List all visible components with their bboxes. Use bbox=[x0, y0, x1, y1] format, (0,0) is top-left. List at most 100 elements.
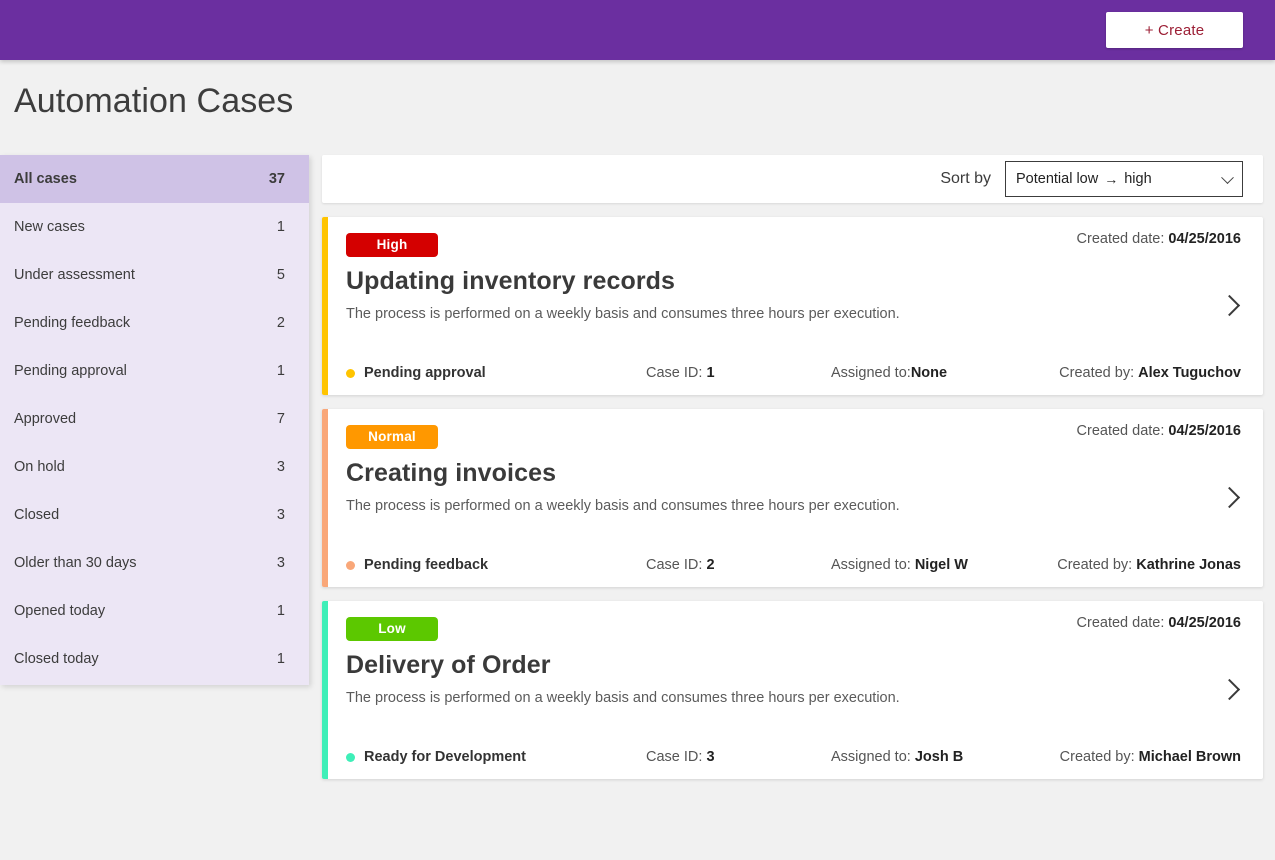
sidebar-item-count: 3 bbox=[276, 507, 285, 523]
created-by-value: Kathrine Jonas bbox=[1136, 557, 1241, 573]
sidebar-item-count: 5 bbox=[276, 267, 285, 283]
sidebar-item-all-cases[interactable]: All cases 37 bbox=[0, 155, 309, 203]
sidebar-item-count: 1 bbox=[276, 651, 285, 667]
page-title: Automation Cases bbox=[14, 82, 294, 120]
assigned-to-value: None bbox=[910, 365, 948, 381]
right-arrow-icon: → bbox=[1104, 171, 1119, 187]
sidebar-filter-list: All cases 37 New cases 1 Under assessment 5 Pe… bbox=[0, 155, 309, 685]
sidebar-item-older-than-30-days[interactable]: Older than 30 days 3 bbox=[0, 539, 309, 587]
created-date-label: Created date: bbox=[1076, 423, 1169, 439]
case-title: Delivery of Order bbox=[346, 651, 551, 679]
sidebar-item-label: On hold bbox=[14, 459, 65, 475]
sidebar-item-count: 37 bbox=[268, 171, 285, 187]
case-id-value: 2 bbox=[706, 557, 715, 573]
created-by-label: Created by: bbox=[1059, 749, 1139, 765]
sidebar-item-pending-feedback[interactable]: Pending feedback 2 bbox=[0, 299, 309, 347]
sidebar-item-label: New cases bbox=[14, 219, 85, 235]
sidebar-item-label: All cases bbox=[14, 171, 77, 187]
created-by-value: Alex Tuguchov bbox=[1138, 365, 1241, 381]
case-id-value: 1 bbox=[706, 365, 715, 381]
created-date-label: Created date: bbox=[1076, 231, 1169, 247]
sidebar-item-closed[interactable]: Closed 3 bbox=[0, 491, 309, 539]
assigned-to: Assigned to:None bbox=[831, 365, 1046, 381]
sidebar-item-on-hold[interactable]: On hold 3 bbox=[0, 443, 309, 491]
priority-accent-bar bbox=[322, 217, 328, 395]
status-badge: Pending feedback bbox=[346, 557, 646, 573]
sidebar-item-label: Approved bbox=[14, 411, 77, 427]
case-card[interactable]: Created date: 04/25/2016 Low Delivery of O… bbox=[322, 601, 1263, 779]
priority-badge: Low bbox=[346, 617, 438, 641]
chevron-down-icon bbox=[1221, 171, 1234, 185]
sidebar-item-count: 3 bbox=[276, 555, 285, 571]
case-card-list: Created date: 04/25/2016 High Updating inv… bbox=[322, 217, 1263, 779]
sidebar-item-under-assessment[interactable]: Under assessment 5 bbox=[0, 251, 309, 299]
sidebar-item-count: 1 bbox=[276, 219, 285, 235]
case-card[interactable]: Created date: 04/25/2016 High Updating inv… bbox=[322, 217, 1263, 395]
created-by: Created by: Alex Tuguchov bbox=[1046, 365, 1241, 381]
sidebar-item-count: 2 bbox=[276, 315, 285, 331]
sort-select[interactable]: Potential low → high bbox=[1005, 161, 1243, 197]
priority-badge: Normal bbox=[346, 425, 438, 449]
status-label: Pending approval bbox=[364, 365, 486, 381]
created-by-value: Michael Brown bbox=[1138, 749, 1241, 765]
case-id-label: Case ID: bbox=[646, 749, 707, 765]
case-id: Case ID: 2 bbox=[646, 557, 831, 573]
sidebar-item-label: Closed bbox=[14, 507, 60, 523]
sidebar-item-new-cases[interactable]: New cases 1 bbox=[0, 203, 309, 251]
case-description: The process is performed on a weekly bas… bbox=[346, 498, 900, 514]
status-label: Pending feedback bbox=[364, 557, 489, 573]
priority-accent-bar bbox=[322, 409, 328, 587]
created-date: Created date: 04/25/2016 bbox=[1077, 423, 1241, 439]
assigned-to: Assigned to: Nigel W bbox=[831, 557, 1046, 573]
created-date-value: 04/25/2016 bbox=[1168, 423, 1241, 439]
case-description: The process is performed on a weekly bas… bbox=[346, 306, 900, 322]
case-card-footer: Pending approval Case ID: 1 Assigned to:No… bbox=[346, 365, 1241, 381]
status-dot-icon bbox=[346, 368, 355, 378]
created-date-label: Created date: bbox=[1076, 615, 1169, 631]
sort-by-label: Sort by bbox=[940, 170, 991, 187]
create-button[interactable]: + Create bbox=[1106, 12, 1243, 48]
assigned-to-value: Josh B bbox=[914, 749, 964, 765]
status-dot-icon bbox=[346, 752, 355, 762]
created-date-value: 04/25/2016 bbox=[1168, 615, 1241, 631]
case-id-label: Case ID: bbox=[646, 365, 707, 381]
assigned-to-label: Assigned to: bbox=[831, 365, 911, 381]
priority-badge: High bbox=[346, 233, 438, 257]
sidebar-item-closed-today[interactable]: Closed today 1 bbox=[0, 635, 309, 683]
case-id: Case ID: 1 bbox=[646, 365, 831, 381]
sidebar-item-label: Under assessment bbox=[14, 267, 135, 283]
sidebar-item-count: 1 bbox=[276, 363, 285, 379]
sidebar-item-label: Pending approval bbox=[14, 363, 127, 379]
created-date: Created date: 04/25/2016 bbox=[1077, 231, 1241, 247]
case-title: Creating invoices bbox=[346, 459, 557, 487]
case-description: The process is performed on a weekly bas… bbox=[346, 690, 900, 706]
created-by: Created by: Michael Brown bbox=[1046, 749, 1241, 765]
status-badge: Pending approval bbox=[346, 365, 646, 381]
status-dot-icon bbox=[346, 560, 355, 570]
sidebar-item-count: 1 bbox=[276, 603, 285, 619]
case-id-label: Case ID: bbox=[646, 557, 707, 573]
sort-select-value-head: Potential low bbox=[1016, 171, 1099, 187]
case-card[interactable]: Created date: 04/25/2016 Normal Creating i… bbox=[322, 409, 1263, 587]
status-label: Ready for Development bbox=[364, 749, 526, 765]
assigned-to-label: Assigned to: bbox=[831, 557, 915, 573]
case-id-value: 3 bbox=[706, 749, 715, 765]
priority-accent-bar bbox=[322, 601, 328, 779]
case-card-footer: Ready for Development Case ID: 3 Assigned … bbox=[346, 749, 1241, 765]
main-content: Sort by Potential low → high Created dat… bbox=[322, 155, 1263, 779]
created-date: Created date: 04/25/2016 bbox=[1077, 615, 1241, 631]
assigned-to-label: Assigned to: bbox=[831, 749, 915, 765]
sidebar-item-label: Older than 30 days bbox=[14, 555, 137, 571]
sidebar-item-label: Closed today bbox=[14, 651, 99, 667]
sort-select-value-tail: high bbox=[1124, 171, 1152, 187]
sidebar-item-count: 7 bbox=[276, 411, 285, 427]
created-by-label: Created by: bbox=[1059, 365, 1139, 381]
status-badge: Ready for Development bbox=[346, 749, 646, 765]
sidebar-item-opened-today[interactable]: Opened today 1 bbox=[0, 587, 309, 635]
sidebar-item-approved[interactable]: Approved 7 bbox=[0, 395, 309, 443]
case-title: Updating inventory records bbox=[346, 267, 676, 295]
assigned-to: Assigned to: Josh B bbox=[831, 749, 1046, 765]
sidebar-item-pending-approval[interactable]: Pending approval 1 bbox=[0, 347, 309, 395]
created-by-label: Created by: bbox=[1057, 557, 1137, 573]
case-id: Case ID: 3 bbox=[646, 749, 831, 765]
